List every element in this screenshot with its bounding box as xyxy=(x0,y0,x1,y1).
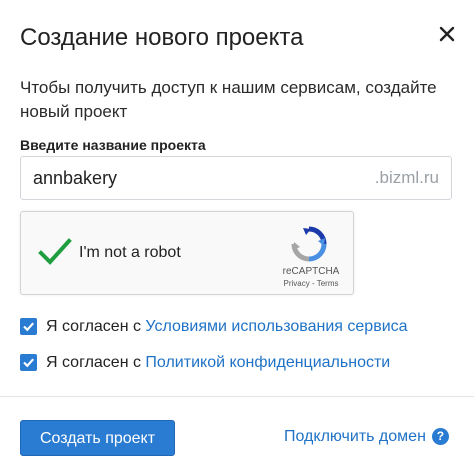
close-button[interactable] xyxy=(433,20,461,48)
recaptcha-logo-icon xyxy=(291,226,327,262)
checkbox-checked-icon xyxy=(23,358,35,368)
terms-prefix: Я согласен с xyxy=(46,318,146,335)
recaptcha-logo xyxy=(289,224,329,264)
recaptcha-label: I'm not a robot xyxy=(79,244,181,261)
terms-of-service-link[interactable]: Условиями использования сервиса xyxy=(145,318,407,335)
privacy-prefix: Я согласен с xyxy=(46,354,146,371)
recaptcha-brand: reCAPTCHA xyxy=(282,266,340,277)
footer-divider xyxy=(0,396,474,397)
privacy-policy-link[interactable]: Политикой конфиденциальности xyxy=(145,354,390,371)
privacy-checkbox[interactable] xyxy=(20,354,37,371)
project-name-field-box: .bizml.ru xyxy=(20,156,452,200)
create-project-dialog: Создание нового проекта Чтобы получить д… xyxy=(0,0,474,474)
recaptcha-privacy-terms[interactable]: Privacy - Terms xyxy=(263,279,359,289)
recaptcha-checkbox[interactable] xyxy=(37,234,73,270)
create-project-button[interactable]: Создать проект xyxy=(20,420,175,456)
help-icon[interactable]: ? xyxy=(431,428,449,445)
project-name-input[interactable] xyxy=(33,157,363,199)
checkmark-icon xyxy=(38,238,72,265)
dialog-title: Создание нового проекта xyxy=(20,24,304,51)
connect-domain-link[interactable]: Подключить домен? xyxy=(284,426,449,448)
checkbox-checked-icon xyxy=(23,322,35,332)
recaptcha-widget: I'm not a robot reCAPTCHA Privacy - Term… xyxy=(20,211,354,295)
dialog-intro: Чтобы получить доступ к нашим сервисам, … xyxy=(20,78,437,121)
project-name-label: Введите название проекта xyxy=(20,137,206,153)
domain-suffix: .bizml.ru xyxy=(374,168,439,187)
terms-checkbox[interactable] xyxy=(20,318,37,335)
close-icon xyxy=(439,26,455,42)
connect-domain-label: Подключить домен xyxy=(284,428,426,445)
